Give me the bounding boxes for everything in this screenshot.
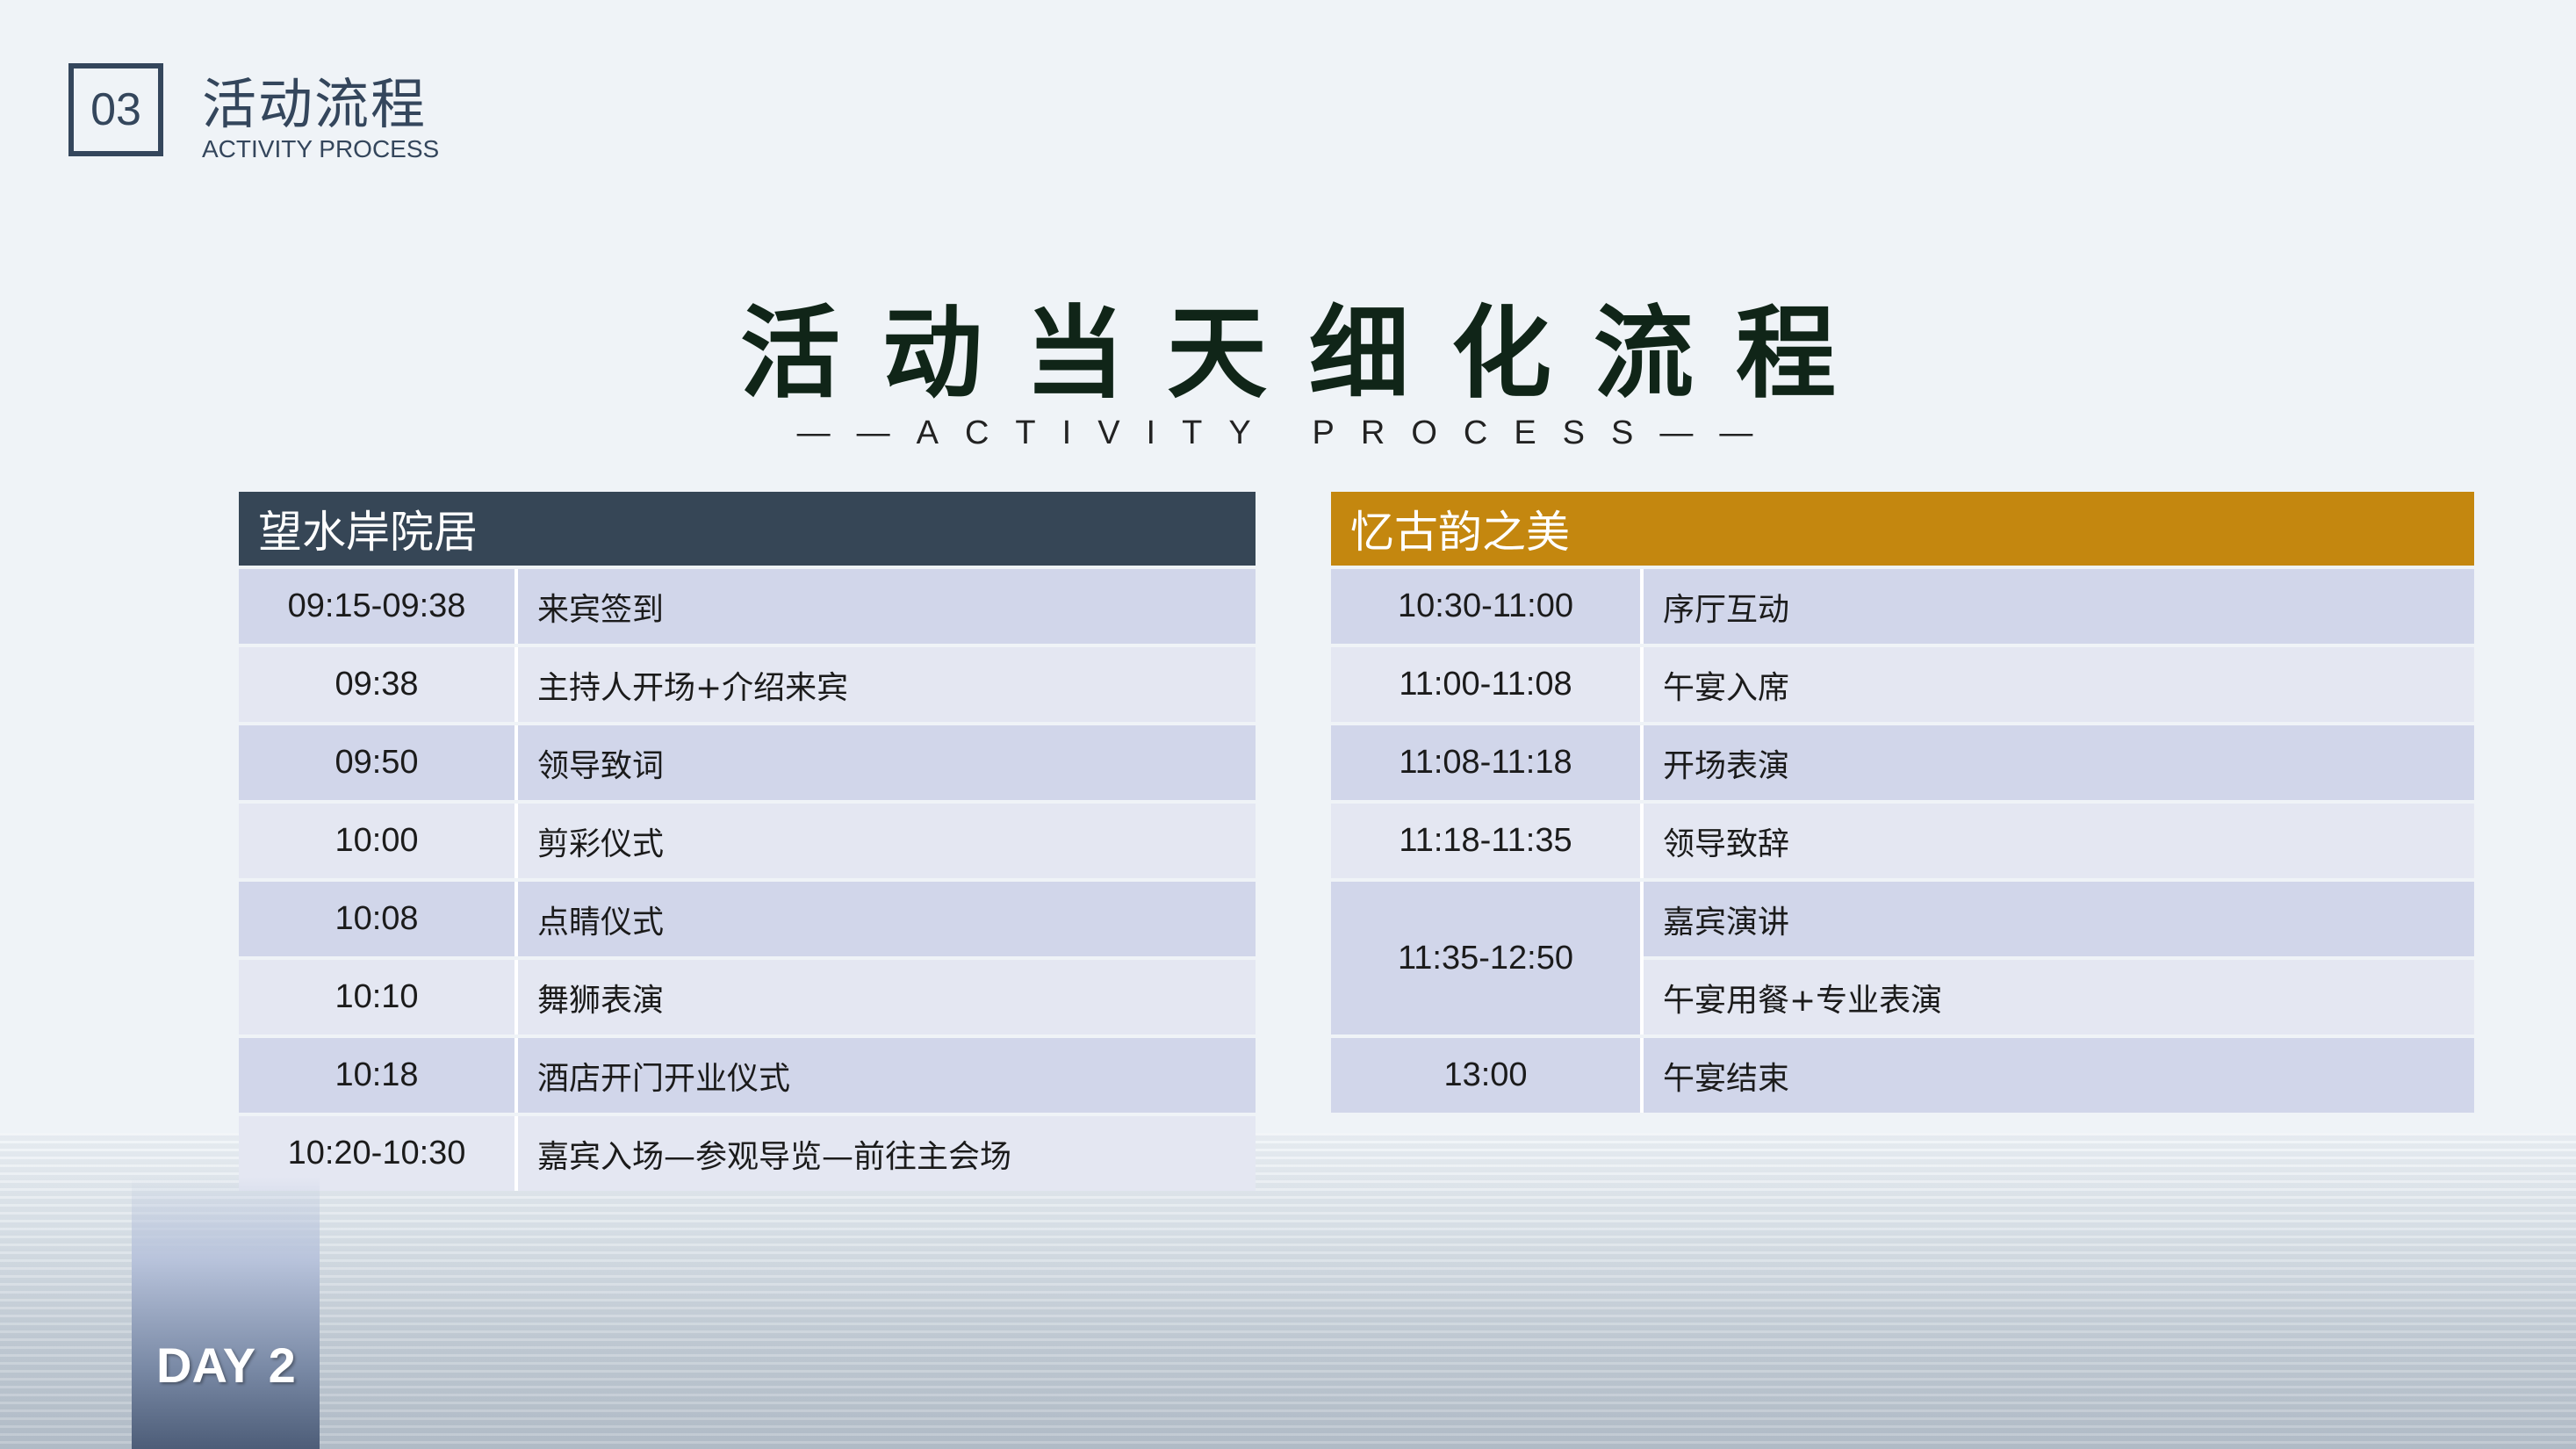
- day-label: DAY 2: [156, 1337, 296, 1393]
- right-schedule-table: 忆古韵之美 10:30-11:00 序厅互动 11:00-11:08 午宴入席 …: [1331, 488, 2474, 1116]
- time-cell: 10:00: [239, 804, 518, 878]
- activity-cell: 酒店开门开业仪式: [518, 1038, 1256, 1113]
- table-row: 11:08-11:18 开场表演: [1331, 725, 2474, 800]
- activity-cell: 剪彩仪式: [518, 804, 1256, 878]
- table-row: 11:00-11:08 午宴入席: [1331, 647, 2474, 722]
- time-cell: 11:08-11:18: [1331, 725, 1644, 800]
- time-cell: 10:30-11:00: [1331, 569, 1644, 644]
- right-table-heading: 忆古韵之美: [1331, 492, 2474, 566]
- table-row: 10:20-10:30 嘉宾入场—参观导览—前往主会场: [239, 1116, 1256, 1191]
- table-row: 11:35-12:50 嘉宾演讲: [1331, 882, 2474, 1034]
- day-badge: [132, 1177, 320, 1449]
- activity-cell: 开场表演: [1644, 725, 2474, 800]
- activity-cell: 来宾签到: [518, 569, 1256, 644]
- activity-cell: 午宴结束: [1644, 1038, 2474, 1113]
- page-title: 活动当天细化流程: [739, 295, 1878, 412]
- table-row: 10:30-11:00 序厅互动: [1331, 569, 2474, 644]
- activity-cell: 舞狮表演: [518, 960, 1256, 1034]
- time-cell: 10:08: [239, 882, 518, 956]
- table-row: 10:10 舞狮表演: [239, 960, 1256, 1034]
- time-cell: 09:38: [239, 647, 518, 722]
- time-cell: 11:00-11:08: [1331, 647, 1644, 722]
- activity-cell: 领导致词: [518, 725, 1256, 800]
- table-row: 10:08 点睛仪式: [239, 882, 1256, 956]
- activity-cell: 嘉宾入场—参观导览—前往主会场: [518, 1116, 1256, 1191]
- table-row: 11:18-11:35 领导致辞: [1331, 804, 2474, 878]
- activity-cell: 嘉宾演讲: [1644, 882, 2474, 956]
- table-row: 09:38 主持人开场+介绍来宾: [239, 647, 1256, 722]
- time-cell: 13:00: [1331, 1038, 1644, 1113]
- activity-cell: 点睛仪式: [518, 882, 1256, 956]
- time-cell: 09:15-09:38: [239, 569, 518, 644]
- left-table-heading: 望水岸院居: [239, 492, 1256, 566]
- table-row: 10:00 剪彩仪式: [239, 804, 1256, 878]
- time-cell: 09:50: [239, 725, 518, 800]
- table-row: 13:00 午宴结束: [1331, 1038, 2474, 1113]
- section-number: 03: [90, 84, 141, 135]
- table-row: 10:18 酒店开门开业仪式: [239, 1038, 1256, 1113]
- section-title: 活动流程: [202, 72, 428, 136]
- table-row: 09:15-09:38 来宾签到: [239, 569, 1256, 644]
- section-number-box: 03: [68, 63, 163, 156]
- activity-cell: 序厅互动: [1644, 569, 2474, 644]
- time-cell: 10:18: [239, 1038, 518, 1113]
- activity-cell: 午宴入席: [1644, 647, 2474, 722]
- time-cell: 10:10: [239, 960, 518, 1034]
- activity-cell: 领导致辞: [1644, 804, 2474, 878]
- section-subtitle: ACTIVITY PROCESS: [202, 135, 440, 162]
- time-cell: 11:35-12:50: [1331, 882, 1644, 1034]
- activity-cell: 午宴用餐+专业表演: [1644, 960, 2474, 1034]
- activity-cell: 主持人开场+介绍来宾: [518, 647, 1256, 722]
- table-row: 09:50 领导致词: [239, 725, 1256, 800]
- left-schedule-table: 望水岸院居 09:15-09:38 来宾签到 09:38 主持人开场+介绍来宾 …: [239, 488, 1256, 1194]
- time-cell: 11:18-11:35: [1331, 804, 1644, 878]
- page-subtitle: ——ACTIVITY PROCESS——: [796, 415, 1780, 451]
